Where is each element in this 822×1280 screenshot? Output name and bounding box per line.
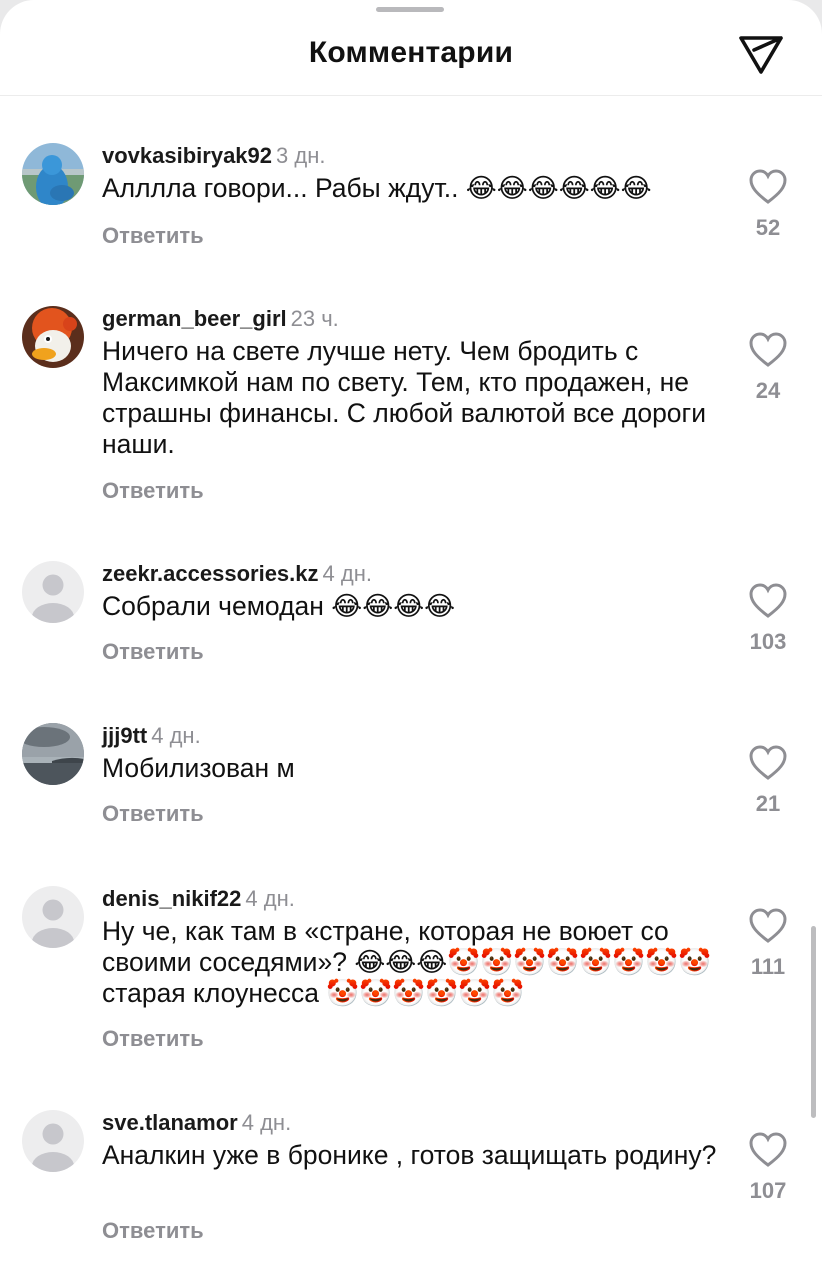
like-button[interactable] xyxy=(748,583,788,619)
comment-meta: vovkasibiryak92 3 дн. xyxy=(102,143,325,169)
comment-item: german_beer_girl 23 ч. Ничего на свете лу… xyxy=(0,306,822,526)
comments-sheet: Комментарии vovkasibiryak92 3 дн. Алллла… xyxy=(0,0,822,1280)
comment-time: 4 дн. xyxy=(245,886,295,911)
comment-text: Ну че, как там в «стране, которая не вою… xyxy=(102,916,712,1008)
avatar[interactable] xyxy=(22,886,84,948)
comment-time: 4 дн. xyxy=(151,723,201,748)
like-button[interactable] xyxy=(748,745,788,781)
comment-username[interactable]: denis_nikif22 xyxy=(102,886,241,911)
sheet-header: Комментарии xyxy=(0,0,822,96)
comment-text: Мобилизован м xyxy=(102,753,295,783)
reply-button[interactable]: Ответить xyxy=(102,223,204,249)
comment-item: vovkasibiryak92 3 дн. Алллла говори... Ра… xyxy=(0,143,822,283)
comment-username[interactable]: zeekr.accessories.kz xyxy=(102,561,319,586)
like-count: 103 xyxy=(749,629,787,654)
comment-username[interactable]: german_beer_girl xyxy=(102,306,287,331)
comment-time: 4 дн. xyxy=(241,1110,292,1135)
comment-text: Ничего на свете лучше нету. Чем бродить … xyxy=(102,336,707,459)
heart-outline-icon xyxy=(749,745,787,780)
comment-meta: german_beer_girl 23 ч. xyxy=(102,306,339,332)
like-button[interactable] xyxy=(748,169,788,205)
comment-item: jjj9tt 4 дн. Мобилизован м Ответить 21 xyxy=(0,723,822,853)
heart-outline-icon xyxy=(749,1132,787,1167)
comment-meta: zeekr.accessories.kz 4 дн. xyxy=(102,561,372,587)
comment-item: denis_nikif22 4 дн. Ну че, как там в «стр… xyxy=(0,886,822,1066)
like-count: 107 xyxy=(749,1178,787,1203)
heart-outline-icon xyxy=(749,583,787,618)
heart-outline-icon xyxy=(749,332,787,367)
like-count: 52 xyxy=(755,215,781,240)
comment-text: Собрали чемодан 😂😂😂😂 xyxy=(102,591,456,621)
avatar[interactable] xyxy=(22,561,84,623)
heart-outline-icon xyxy=(749,908,787,943)
reply-button[interactable]: Ответить xyxy=(102,1218,204,1244)
comment-meta: jjj9tt 4 дн. xyxy=(102,723,201,749)
reply-button[interactable]: Ответить xyxy=(102,801,204,827)
comment-item: zeekr.accessories.kz 4 дн. Собрали чемода… xyxy=(0,561,822,691)
avatar[interactable] xyxy=(22,1110,84,1172)
like-count: 111 xyxy=(750,954,786,979)
reply-button[interactable]: Ответить xyxy=(102,1026,204,1052)
comments-list[interactable]: vovkasibiryak92 3 дн. Алллла говори... Ра… xyxy=(0,96,822,1280)
avatar[interactable] xyxy=(22,723,84,785)
like-count: 21 xyxy=(755,791,781,816)
comment-time: 3 дн. xyxy=(276,143,326,168)
comment-text: Алллла говори... Рабы ждут.. 😂😂😂😂😂😂 xyxy=(102,173,652,203)
reply-button[interactable]: Ответить xyxy=(102,478,204,504)
send-button[interactable] xyxy=(736,28,786,78)
comment-username[interactable]: jjj9tt xyxy=(102,723,147,748)
avatar[interactable] xyxy=(22,306,84,368)
like-button[interactable] xyxy=(748,332,788,368)
scrollbar[interactable] xyxy=(811,926,816,1118)
sheet-title: Комментарии xyxy=(308,36,514,69)
comment-meta: denis_nikif22 4 дн. xyxy=(102,886,295,912)
paper-plane-icon xyxy=(739,36,783,74)
heart-outline-icon xyxy=(749,169,787,204)
reply-button[interactable]: Ответить xyxy=(102,639,204,665)
comment-text: Аналкин уже в бронике , готов защищать р… xyxy=(102,1140,717,1170)
like-button[interactable] xyxy=(748,1132,788,1168)
comment-username[interactable]: vovkasibiryak92 xyxy=(102,143,272,168)
comment-username[interactable]: sve.tlanamor xyxy=(102,1110,238,1135)
comment-time: 23 ч. xyxy=(290,306,339,331)
avatar[interactable] xyxy=(22,143,84,205)
comment-item: sve.tlanamor 4 дн. Аналкин уже в бронике … xyxy=(0,1110,822,1275)
like-count: 24 xyxy=(755,378,781,403)
comment-time: 4 дн. xyxy=(322,561,372,586)
like-button[interactable] xyxy=(748,908,788,944)
comment-meta: sve.tlanamor 4 дн. xyxy=(102,1110,291,1136)
